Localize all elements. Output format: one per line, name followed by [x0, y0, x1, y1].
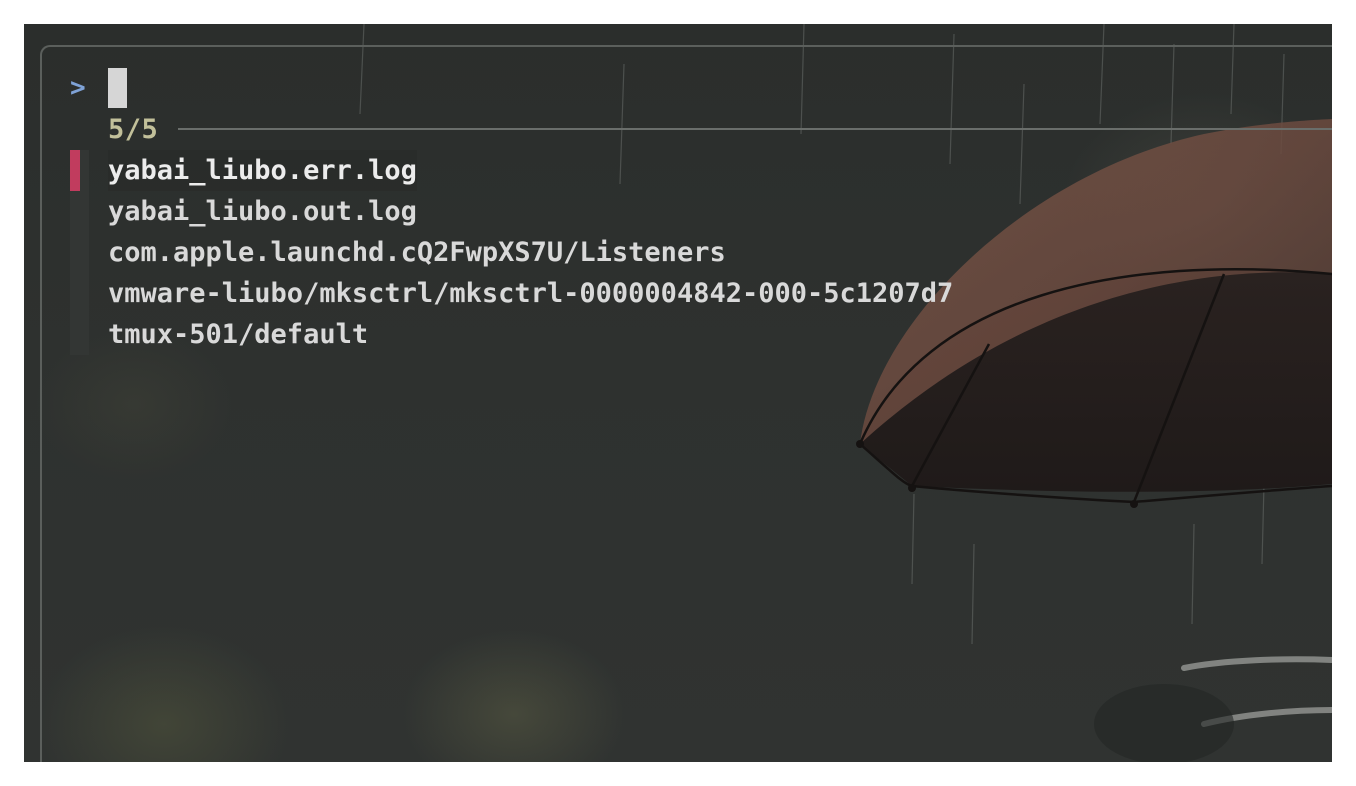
result-gutter [70, 273, 89, 314]
result-gutter [70, 232, 89, 273]
result-item[interactable]: com.apple.launchd.cQ2FwpXS7U/Listeners [70, 232, 953, 273]
result-item[interactable]: vmware-liubo/mksctrl/mksctrl-0000004842-… [70, 273, 953, 314]
match-count: 5/5 [108, 113, 159, 145]
result-item[interactable]: yabai_liubo.err.log [70, 150, 953, 191]
result-item[interactable]: tmux-501/default [70, 314, 953, 355]
info-separator [178, 128, 1332, 130]
info-row: 5/5 [108, 112, 1332, 146]
result-list: yabai_liubo.err.log yabai_liubo.out.log … [70, 150, 953, 355]
result-text: vmware-liubo/mksctrl/mksctrl-0000004842-… [108, 278, 954, 309]
prompt-row[interactable]: > [70, 68, 127, 108]
block-cursor-icon [108, 68, 127, 108]
terminal-window: > 5/5 yabai_liubo.err.log yabai_liubo.ou… [24, 24, 1332, 762]
selection-marker [70, 150, 89, 191]
result-item[interactable]: yabai_liubo.out.log [70, 191, 953, 232]
result-text: yabai_liubo.err.log [108, 150, 417, 191]
result-text: com.apple.launchd.cQ2FwpXS7U/Listeners [108, 237, 726, 268]
result-gutter [70, 191, 89, 232]
prompt-symbol: > [70, 73, 86, 103]
result-gutter [70, 314, 89, 355]
result-text: yabai_liubo.out.log [108, 196, 417, 227]
result-text: tmux-501/default [108, 319, 369, 350]
